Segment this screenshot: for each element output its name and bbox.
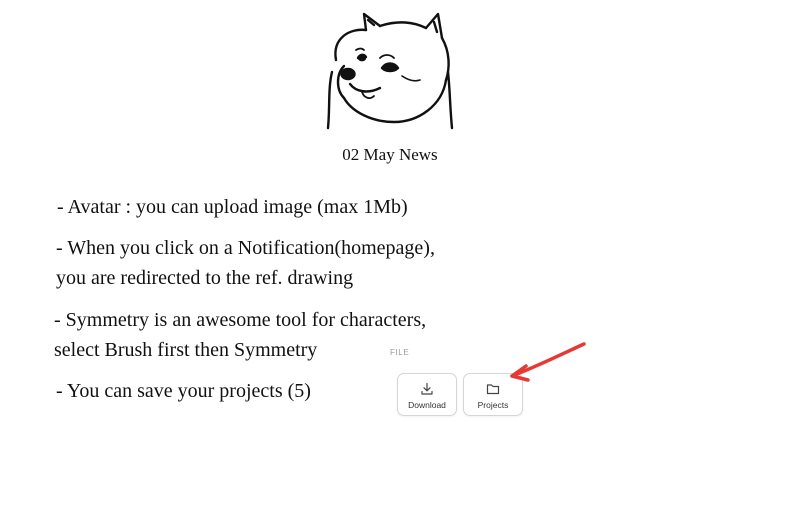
doge-avatar-logo bbox=[326, 12, 454, 130]
projects-button-label: Projects bbox=[477, 400, 509, 410]
note-line: - Avatar : you can upload image (max 1Mb… bbox=[57, 196, 408, 218]
download-button[interactable]: Download bbox=[397, 373, 457, 416]
annotation-arrow bbox=[510, 342, 586, 382]
download-icon bbox=[421, 382, 433, 395]
note-line: - When you click on a Notification(homep… bbox=[56, 237, 435, 259]
news-note-avatar: - Avatar : you can upload image (max 1Mb… bbox=[57, 192, 408, 222]
page-title: 02 May News bbox=[342, 145, 438, 164]
note-line: select Brush first then Symmetry bbox=[54, 339, 318, 361]
file-section-label: FILE bbox=[390, 348, 410, 357]
download-button-label: Download bbox=[408, 400, 446, 410]
folder-icon bbox=[486, 384, 500, 395]
note-line: - You can save your projects (5) bbox=[56, 380, 311, 402]
note-line: - Symmetry is an awesome tool for charac… bbox=[54, 309, 427, 331]
news-note-notification: - When you click on a Notification(homep… bbox=[56, 233, 435, 293]
note-line: you are redirected to the ref. drawing bbox=[56, 267, 354, 289]
news-note-projects: - You can save your projects (5) bbox=[56, 376, 311, 406]
news-note-symmetry: - Symmetry is an awesome tool for charac… bbox=[54, 305, 426, 365]
